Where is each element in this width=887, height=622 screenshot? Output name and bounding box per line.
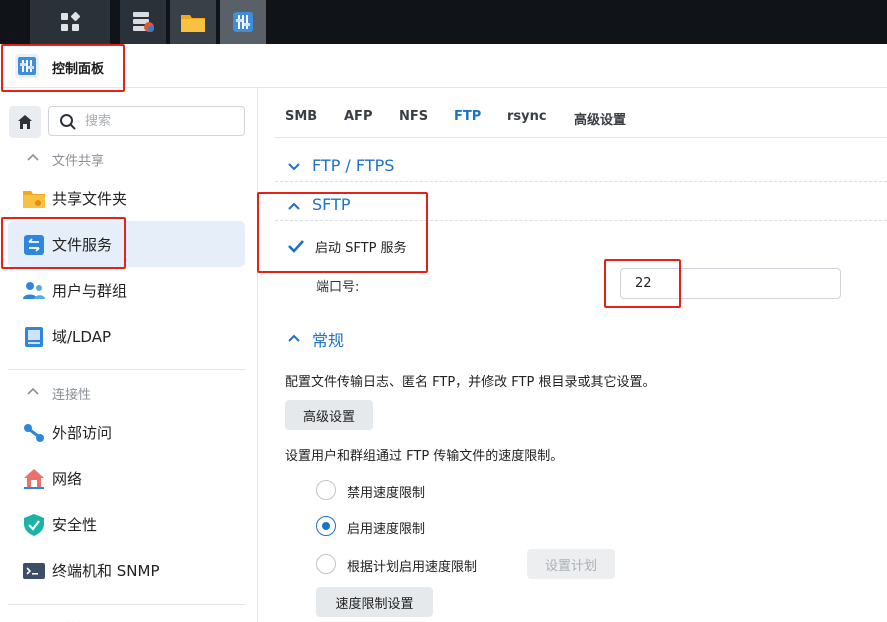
control-panel-icon [233, 12, 253, 32]
sidebar-item-network[interactable]: 网络 [8, 455, 245, 501]
storage-manager-taskbar-button[interactable] [120, 0, 166, 44]
home-button[interactable] [9, 106, 41, 138]
group-label: 连接性 [52, 388, 92, 403]
tab-advanced-settings[interactable]: 高级设置 [574, 109, 626, 128]
external-access-icon [24, 424, 44, 442]
button-label: 高级设置 [302, 409, 355, 425]
control-panel-taskbar-button[interactable] [220, 0, 266, 44]
tab-rsync[interactable]: rsync [507, 109, 547, 124]
search-box[interactable] [48, 106, 245, 136]
sidebar-item-label: 域/LDAP [52, 328, 112, 346]
tab-nfs[interactable]: NFS [399, 109, 428, 124]
network-icon [24, 469, 44, 489]
grid-icon [61, 11, 81, 31]
radio-label: 根据计划启用速度限制 [347, 560, 478, 575]
sidebar-divider [8, 604, 245, 605]
main-menu-button[interactable] [30, 0, 110, 44]
sidebar-item-label: 外部访问 [52, 424, 113, 442]
chevron-up-icon [27, 387, 39, 395]
terminal-icon [23, 563, 45, 579]
annotation-box-file-services [1, 217, 126, 269]
storage-icon [133, 12, 154, 32]
sidebar-item-terminal-snmp[interactable]: 终端机和 SNMP [8, 547, 245, 593]
sidebar: 文件共享 共享文件夹 文件服务 用户与群组 域/LDAP [0, 88, 258, 622]
tab-ftp[interactable]: FTP [454, 109, 481, 124]
shield-icon [24, 514, 44, 536]
sidebar-item-label: 网络 [52, 470, 83, 488]
radio-label: 启用速度限制 [347, 522, 426, 537]
tab-smb[interactable]: SMB [285, 109, 317, 124]
sidebar-item-shared-folder[interactable]: 共享文件夹 [8, 175, 245, 221]
sidebar-item-external-access[interactable]: 外部访问 [8, 409, 245, 455]
set-schedule-button[interactable]: 设置计划 [527, 549, 615, 579]
users-icon [23, 282, 45, 299]
window-title-bar: 控制面板 [0, 44, 887, 88]
annotation-box-port [604, 259, 681, 308]
chevron-up-icon [27, 153, 39, 161]
search-icon [60, 114, 76, 130]
chevron-up-icon [288, 334, 300, 342]
taskbar [0, 0, 887, 44]
section-general[interactable]: 常规 [275, 323, 887, 353]
group-header-file-sharing[interactable]: 文件共享 [0, 148, 258, 170]
sidebar-item-label: 用户与群组 [52, 282, 128, 300]
sidebar-item-users-groups[interactable]: 用户与群组 [8, 267, 245, 313]
sidebar-item-security[interactable]: 安全性 [8, 501, 245, 547]
folder-icon [181, 15, 205, 32]
speed-limit-settings-button[interactable]: 速度限制设置 [316, 587, 433, 617]
sidebar-item-label: 终端机和 SNMP [52, 562, 160, 580]
annotation-box-sftp [257, 192, 428, 273]
section-title: FTP / FTPS [312, 156, 395, 175]
shared-folder-icon [23, 191, 45, 208]
section-ftp-ftps[interactable]: FTP / FTPS [275, 152, 887, 182]
section-title: 常规 [312, 331, 345, 350]
general-description: 配置文件传输日志、匿名 FTP，并修改 FTP 根目录或其它设置。 [285, 375, 656, 390]
radio-label: 禁用速度限制 [347, 486, 426, 501]
tab-afp[interactable]: AFP [344, 109, 372, 124]
sidebar-item-label: 安全性 [52, 516, 98, 534]
group-header-connectivity[interactable]: 连接性 [0, 382, 258, 404]
file-station-taskbar-button[interactable] [170, 0, 216, 44]
tab-bar: SMB AFP NFS FTP rsync 高级设置 [275, 88, 887, 138]
button-label: 设置计划 [544, 558, 597, 574]
advanced-settings-button[interactable]: 高级设置 [285, 400, 373, 430]
button-label: 速度限制设置 [335, 596, 414, 612]
radio-button[interactable] [316, 480, 336, 500]
chevron-down-icon [288, 163, 300, 171]
annotation-box-app-title [1, 44, 125, 92]
port-label: 端口号: [316, 280, 360, 295]
ldap-icon [25, 327, 43, 347]
sidebar-divider [8, 369, 245, 370]
group-header-system[interactable]: 系统 [0, 616, 258, 622]
group-label: 系统 [52, 618, 78, 622]
sidebar-item-label: 共享文件夹 [52, 190, 128, 208]
home-icon [18, 115, 32, 129]
radio-button[interactable] [316, 554, 336, 574]
sidebar-item-domain-ldap[interactable]: 域/LDAP [8, 313, 245, 359]
speed-limit-description: 设置用户和群组通过 FTP 传输文件的速度限制。 [285, 449, 564, 464]
group-label: 文件共享 [52, 154, 105, 169]
main-panel: SMB AFP NFS FTP rsync 高级设置 FTP / FTPS SF… [259, 88, 887, 622]
radio-button[interactable] [316, 516, 336, 536]
search-input[interactable] [85, 112, 235, 130]
